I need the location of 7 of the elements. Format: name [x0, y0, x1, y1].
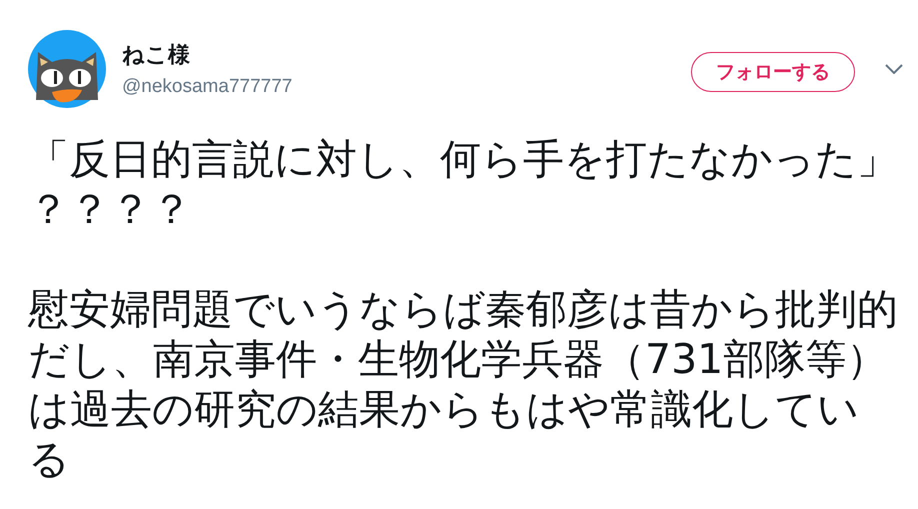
tweet-text: 慰安婦問題でいうならば秦郁彦は昔から批判的だし、南京事件・生物化学兵器（731部隊等）は過去の研究の結果からもはや常識化している [28, 284, 898, 484]
chevron-down-icon[interactable] [885, 64, 903, 74]
follow-button[interactable]: フォローする [691, 52, 855, 92]
author-handle[interactable]: @nekosama777777 [122, 76, 691, 98]
tweet-text: 「反日的言説に対し、何ら手を打たなかった」？？？？ [28, 134, 898, 234]
cat-avatar-icon [28, 30, 106, 108]
author-name[interactable]: ねこ様 [122, 40, 691, 70]
